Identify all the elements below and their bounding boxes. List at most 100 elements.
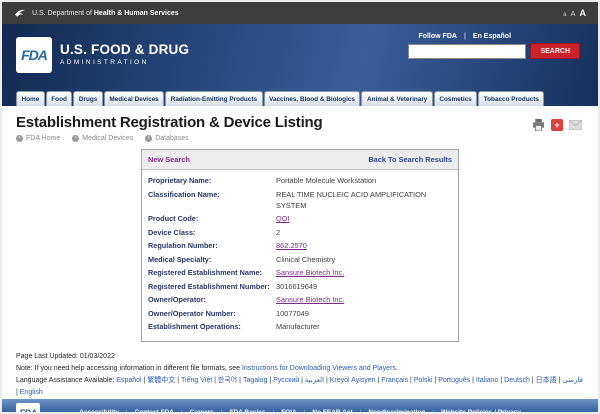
- language-link[interactable]: Español: [116, 377, 147, 384]
- language-link[interactable]: Tagalog: [243, 377, 273, 384]
- breadcrumb-item[interactable]: › Databases: [145, 135, 188, 142]
- nav-tab[interactable]: Vaccines, Blood & Biologics: [264, 91, 361, 106]
- language-link[interactable]: 繁體中文: [147, 377, 181, 384]
- breadcrumb-item[interactable]: › FDA Home: [16, 135, 60, 142]
- language-link[interactable]: 日本語: [536, 377, 563, 384]
- site-footer: FDA AccessibilityContact FDACareersFDA B…: [2, 399, 598, 414]
- nav-tab[interactable]: Home: [16, 91, 45, 106]
- note-text: Note: If you need help accessing informa…: [16, 365, 240, 372]
- detail-row: Medical Specialty: Clinical Chemistry: [148, 253, 452, 267]
- detail-label: Establishment Operations:: [148, 322, 276, 333]
- page-action-icons: +: [532, 119, 584, 131]
- breadcrumb: › FDA Home › Medical Devices › Databases: [16, 135, 584, 142]
- language-link[interactable]: Polski: [414, 377, 438, 384]
- share-icon[interactable]: +: [551, 119, 563, 131]
- language-link[interactable]: Русский: [273, 377, 305, 384]
- detail-value[interactable]: Sansure Biotech Inc.: [276, 268, 452, 279]
- language-link[interactable]: Français: [381, 377, 414, 384]
- back-to-search-results-link[interactable]: Back To Search Results: [368, 155, 452, 164]
- detail-label: Owner/Operator:: [148, 295, 276, 306]
- detail-row: Owner/Operator: Sansure Biotech Inc.: [148, 294, 452, 308]
- nav-tab[interactable]: Medical Devices: [104, 91, 164, 106]
- new-search-link[interactable]: New Search: [148, 155, 190, 164]
- language-assistance-label: Language Assistance Available:: [16, 377, 114, 384]
- agency-title: U.S. FOOD & DRUG ADMINISTRATION: [60, 42, 189, 66]
- detail-row: Registered Establishment Name: Sansure B…: [148, 267, 452, 281]
- page-title: Establishment Registration & Device List…: [16, 114, 322, 131]
- breadcrumb-bullet-icon: ›: [145, 135, 152, 142]
- footer-links: AccessibilityContact FDACareersFDA Basic…: [79, 409, 521, 414]
- detail-label: Owner/Operator Number:: [148, 309, 276, 320]
- footer-link[interactable]: FOIA: [281, 409, 312, 414]
- agency-title-line2: ADMINISTRATION: [60, 59, 189, 66]
- footer-link[interactable]: Website Policies / Privacy: [441, 409, 521, 414]
- detail-value[interactable]: 862.2570: [276, 241, 452, 252]
- device-detail-panel: New Search Back To Search Results Propri…: [141, 149, 459, 342]
- header-links: Follow FDA | En Español: [418, 33, 580, 40]
- breadcrumb-label: Medical Devices: [82, 135, 133, 142]
- hhs-dept-prefix: U.S. Department of: [32, 10, 92, 17]
- language-link[interactable]: English: [20, 389, 43, 396]
- footer-link[interactable]: Accessibility: [79, 409, 134, 414]
- fda-logo[interactable]: FDA: [16, 37, 52, 73]
- font-size-medium-button[interactable]: A: [570, 9, 575, 18]
- print-icon[interactable]: [532, 119, 545, 131]
- hhs-topbar: U.S. Department of Health & Human Servic…: [2, 2, 598, 24]
- detail-row: Classification Name: REAL TIME NUCLEIC A…: [148, 189, 452, 213]
- font-size-controls: a A A: [563, 8, 586, 18]
- breadcrumb-item[interactable]: › Medical Devices: [72, 135, 133, 142]
- font-size-large-button[interactable]: A: [580, 8, 587, 18]
- nav-tab[interactable]: Radiation-Emitting Products: [165, 91, 262, 106]
- nav-tab[interactable]: Drugs: [73, 91, 102, 106]
- email-icon[interactable]: [569, 119, 582, 131]
- detail-label: Registered Establishment Number:: [148, 282, 276, 293]
- search-button[interactable]: SEARCH: [530, 43, 580, 59]
- search-input[interactable]: [408, 44, 526, 59]
- language-link[interactable]: Tiếng Việt: [181, 377, 218, 384]
- footer-fda-logo[interactable]: FDA: [16, 403, 40, 414]
- follow-fda-link[interactable]: Follow FDA: [418, 33, 457, 40]
- breadcrumb-label: FDA Home: [26, 135, 60, 142]
- language-link[interactable]: 한국어: [218, 377, 243, 384]
- nav-tab[interactable]: Tobacco Products: [478, 91, 544, 106]
- detail-value[interactable]: QOI: [276, 214, 452, 225]
- footer-link[interactable]: Careers: [190, 409, 230, 414]
- detail-label: Classification Name:: [148, 190, 276, 201]
- language-link[interactable]: Deutsch: [504, 377, 535, 384]
- detail-label: Regulation Number:: [148, 241, 276, 252]
- language-link[interactable]: Português: [438, 377, 476, 384]
- footer-link[interactable]: FDA Basics: [230, 409, 282, 414]
- detail-row: Owner/Operator Number: 10077049: [148, 307, 452, 321]
- detail-row: Proprietary Name: Portable Molecule Work…: [148, 175, 452, 189]
- language-link[interactable]: العربية: [305, 377, 330, 384]
- detail-row: Regulation Number: 862.2570: [148, 240, 452, 254]
- detail-value[interactable]: Sansure Biotech Inc.: [276, 295, 452, 306]
- detail-value: 3016619649: [276, 282, 452, 293]
- language-link[interactable]: Italiano: [476, 377, 504, 384]
- page-footnotes: Page Last Updated: 01/03/2022 Note: If y…: [16, 342, 584, 399]
- note-period: .: [396, 365, 398, 372]
- detail-value: 10077049: [276, 309, 452, 320]
- nav-tab[interactable]: Cosmetics: [434, 91, 477, 106]
- viewers-players-link[interactable]: Instructions for Downloading Viewers and…: [242, 365, 396, 372]
- detail-value: Clinical Chemistry: [276, 255, 452, 266]
- detail-row: Establishment Operations: Manufacturer: [148, 321, 452, 335]
- breadcrumb-bullet-icon: ›: [72, 135, 79, 142]
- nav-tab[interactable]: Food: [46, 91, 73, 106]
- detail-value: Manufacturer: [276, 322, 452, 333]
- header-search-area: Follow FDA | En Español SEARCH: [408, 33, 580, 59]
- language-assistance: Language Assistance Available: Español繁體…: [16, 375, 584, 399]
- language-link[interactable]: Kreyòl Ayisyen: [330, 377, 382, 384]
- en-espanol-link[interactable]: En Español: [473, 33, 511, 40]
- detail-label: Product Code:: [148, 214, 276, 225]
- panel-header: New Search Back To Search Results: [142, 150, 458, 170]
- breadcrumb-bullet-icon: ›: [16, 135, 23, 142]
- detail-row: Registered Establishment Number: 3016619…: [148, 280, 452, 294]
- footer-link[interactable]: Nondiscrimination: [368, 409, 441, 414]
- footer-link[interactable]: No FEAR Act: [312, 409, 368, 414]
- font-size-small-button[interactable]: a: [563, 12, 566, 18]
- footer-link[interactable]: Contact FDA: [135, 409, 190, 414]
- nav-tab[interactable]: Animal & Veterinary: [361, 91, 432, 106]
- main-content: Establishment Registration & Device List…: [2, 106, 598, 399]
- fda-logo-text: FDA: [21, 47, 47, 63]
